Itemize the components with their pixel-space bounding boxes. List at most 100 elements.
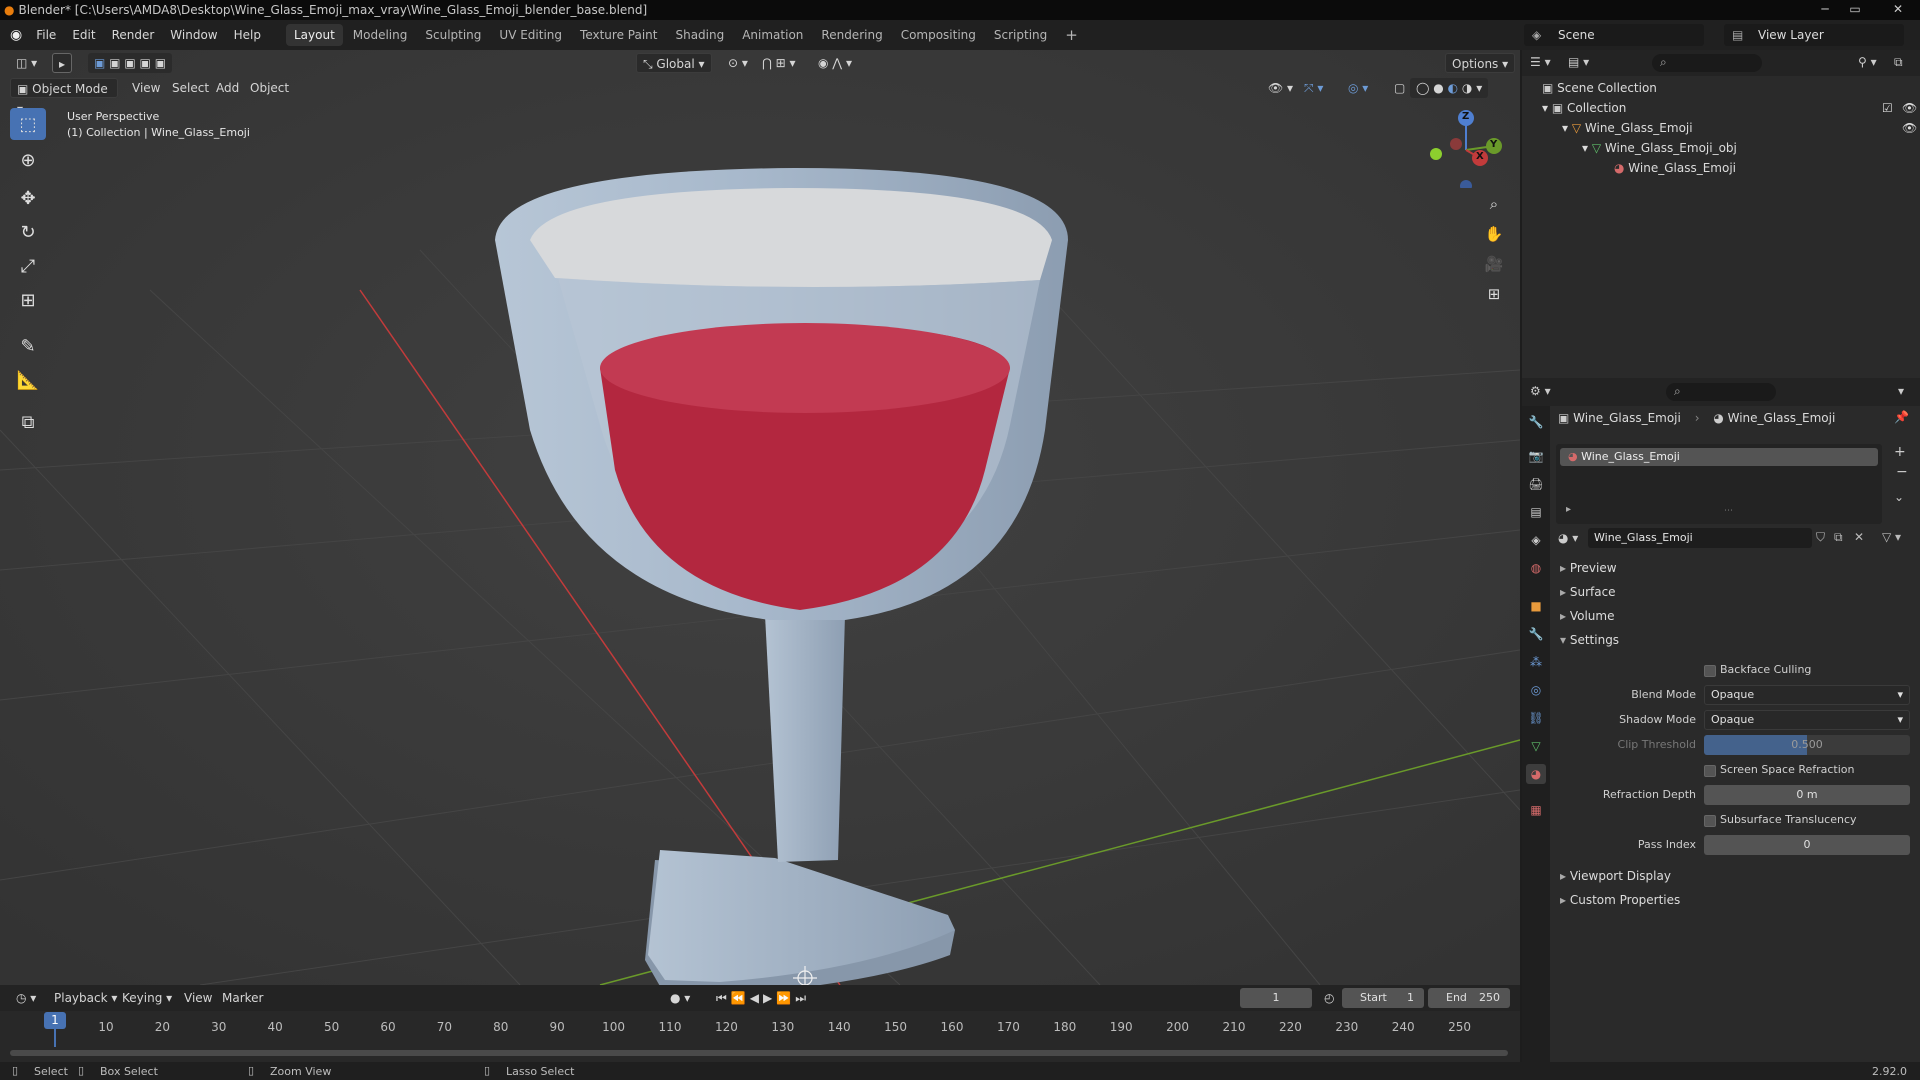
menu-render[interactable]: Render: [104, 20, 163, 50]
tool-transform[interactable]: ⊞: [10, 284, 46, 316]
list-resize-handle[interactable]: ⋯: [1724, 506, 1733, 516]
outliner-row-object[interactable]: ▾ ▽ Wine_Glass_Emoji 👁: [1562, 118, 1917, 138]
link-mode-icon[interactable]: ▽ ▾: [1882, 530, 1901, 544]
tab-compositing[interactable]: Compositing: [893, 24, 984, 46]
close-icon[interactable]: ✕: [1876, 0, 1920, 20]
scene-tab-icon[interactable]: ◈: [1526, 530, 1546, 550]
select-mode-button[interactable]: ▸: [52, 53, 72, 73]
menu-select[interactable]: Select: [166, 78, 215, 98]
display-mode-icon[interactable]: ▤ ▾: [1568, 55, 1589, 69]
material-tab-icon[interactable]: ◕: [1526, 764, 1546, 784]
menu-window[interactable]: Window: [162, 20, 225, 50]
list-expand-icon[interactable]: ▸: [1566, 504, 1571, 515]
material-name-field[interactable]: Wine_Glass_Emoji: [1588, 528, 1812, 548]
subsurface-translucency-checkbox[interactable]: [1704, 815, 1716, 827]
camera-view-button[interactable]: 🎥: [1480, 250, 1508, 278]
properties-search-input[interactable]: ⌕: [1666, 383, 1776, 401]
checkbox-icon[interactable]: ☑: [1882, 98, 1893, 118]
screen-space-refraction-checkbox[interactable]: [1704, 765, 1716, 777]
navigation-gizmo[interactable]: Z Y X: [1422, 108, 1502, 192]
tool-move[interactable]: ✥: [10, 182, 46, 214]
world-tab-icon[interactable]: ◍: [1526, 558, 1546, 578]
render-tab-icon[interactable]: 📷: [1526, 446, 1546, 466]
tool-scale[interactable]: ⤢: [10, 250, 46, 282]
tab-rendering[interactable]: Rendering: [813, 24, 890, 46]
blend-mode-dropdown[interactable]: Opaque ▾: [1704, 685, 1910, 705]
tool-cursor[interactable]: ⊕: [10, 144, 46, 176]
clip-threshold-slider[interactable]: 0.500: [1704, 735, 1910, 755]
pin-icon[interactable]: 📌: [1894, 410, 1909, 424]
tool-measure[interactable]: 📐: [10, 364, 46, 396]
tab-sculpting[interactable]: Sculpting: [417, 24, 489, 46]
pass-index-field[interactable]: 0: [1704, 835, 1910, 855]
texture-tab-icon[interactable]: ▦: [1526, 800, 1546, 820]
snap-toggle[interactable]: ⋂ ⊞ ▾: [756, 53, 802, 73]
timeline-editor-type[interactable]: ◷ ▾: [10, 988, 42, 1008]
outliner-panel[interactable]: ☰ ▾ ▤ ▾ ⌕ ⚲ ▾ ⧉ ▣ Scene Collection ▾ ▣ C…: [1522, 50, 1920, 378]
blender-menu-icon[interactable]: ◉: [10, 27, 22, 43]
tab-uv-editing[interactable]: UV Editing: [491, 24, 570, 46]
duplicate-material-icon[interactable]: ⧉: [1834, 530, 1843, 545]
playback-controls[interactable]: ⏮⏪◀▶⏩⏭: [710, 988, 816, 1008]
properties-options-icon[interactable]: ▾: [1898, 384, 1904, 398]
view-layer-tab-icon[interactable]: ▤: [1526, 502, 1546, 522]
view-layer-selector[interactable]: ▤ View Layer: [1724, 24, 1904, 46]
modifier-tab-icon[interactable]: 🔧: [1526, 624, 1546, 644]
proportional-edit[interactable]: ◉ ⋀ ▾: [812, 53, 858, 73]
tool-rotate[interactable]: ↻: [10, 216, 46, 248]
eye-icon[interactable]: 👁: [1902, 98, 1917, 118]
start-frame-field[interactable]: Start 1: [1342, 988, 1424, 1008]
minimize-icon[interactable]: ─: [1810, 0, 1840, 20]
menu-playback[interactable]: Playback ▾: [48, 988, 123, 1008]
menu-view[interactable]: View: [126, 78, 166, 98]
constraints-tab-icon[interactable]: ⛓: [1526, 708, 1546, 728]
overlay-toggle[interactable]: ◎ ▾: [1342, 78, 1374, 98]
tool-add-cube[interactable]: ⧉: [10, 406, 46, 438]
visibility-dropdown[interactable]: 👁 ▾: [1262, 78, 1299, 98]
zoom-button[interactable]: ⌕: [1480, 190, 1508, 218]
unlink-material-icon[interactable]: ✕: [1854, 530, 1864, 544]
tab-modeling[interactable]: Modeling: [345, 24, 416, 46]
outliner-search-input[interactable]: ⌕: [1652, 54, 1762, 72]
refraction-depth-field[interactable]: 0 m: [1704, 785, 1910, 805]
slot-specials-button[interactable]: ⌄: [1894, 490, 1904, 504]
physics-tab-icon[interactable]: ◎: [1526, 680, 1546, 700]
panel-surface[interactable]: ▸ Surface: [1560, 582, 1616, 602]
ortho-toggle-button[interactable]: ⊞: [1480, 280, 1508, 308]
panel-settings[interactable]: ▾ Settings: [1560, 630, 1619, 650]
tab-layout[interactable]: Layout: [285, 24, 343, 46]
scene-selector[interactable]: ◈ Scene: [1524, 24, 1704, 46]
material-browse-button[interactable]: ◕ ▾: [1558, 528, 1578, 548]
tab-animation[interactable]: Animation: [734, 24, 811, 46]
tool-select-box[interactable]: ⬚: [10, 108, 46, 140]
add-workspace-button[interactable]: +: [1057, 24, 1086, 46]
options-button[interactable]: Options ▾: [1445, 53, 1516, 73]
outliner-editor-type-icon[interactable]: ☰ ▾: [1530, 55, 1551, 69]
panel-volume[interactable]: ▸ Volume: [1560, 606, 1614, 626]
shadow-mode-dropdown[interactable]: Opaque ▾: [1704, 710, 1910, 730]
remove-slot-button[interactable]: −: [1896, 464, 1908, 480]
outliner-row-collection[interactable]: ▾ ▣ Collection ☑ 👁: [1542, 98, 1917, 118]
outliner-row-material[interactable]: ◕ Wine_Glass_Emoji: [1614, 158, 1736, 178]
outliner-row-mesh[interactable]: ▾ ▽ Wine_Glass_Emoji_obj: [1582, 138, 1737, 158]
tool-annotate[interactable]: ✎: [10, 330, 46, 362]
menu-marker[interactable]: Marker: [216, 988, 269, 1008]
data-tab-icon[interactable]: ▽: [1526, 736, 1546, 756]
orientation-dropdown[interactable]: ⤡ Global ▾: [636, 53, 712, 73]
eye-icon[interactable]: 👁: [1902, 118, 1917, 138]
add-slot-button[interactable]: +: [1894, 444, 1906, 460]
backface-culling-checkbox[interactable]: [1704, 665, 1716, 677]
menu-help[interactable]: Help: [226, 20, 269, 50]
editor-type-button[interactable]: ◫ ▾: [10, 53, 43, 73]
tab-texture-paint[interactable]: Texture Paint: [572, 24, 665, 46]
menu-object[interactable]: Object: [244, 78, 295, 98]
maximize-icon[interactable]: ▭: [1840, 0, 1870, 20]
fake-user-icon[interactable]: ⛉: [1816, 530, 1825, 545]
panel-preview[interactable]: ▸ Preview: [1560, 558, 1617, 578]
properties-editor-type-icon[interactable]: ⚙ ▾: [1530, 384, 1551, 398]
tool-tab-icon[interactable]: 🔧: [1526, 412, 1546, 432]
tab-scripting[interactable]: Scripting: [986, 24, 1055, 46]
pivot-dropdown[interactable]: ⊙ ▾: [722, 53, 754, 73]
xray-toggle[interactable]: ▢: [1388, 78, 1411, 98]
mode-dropdown[interactable]: ▣ Object Mode ▾: [10, 78, 118, 116]
